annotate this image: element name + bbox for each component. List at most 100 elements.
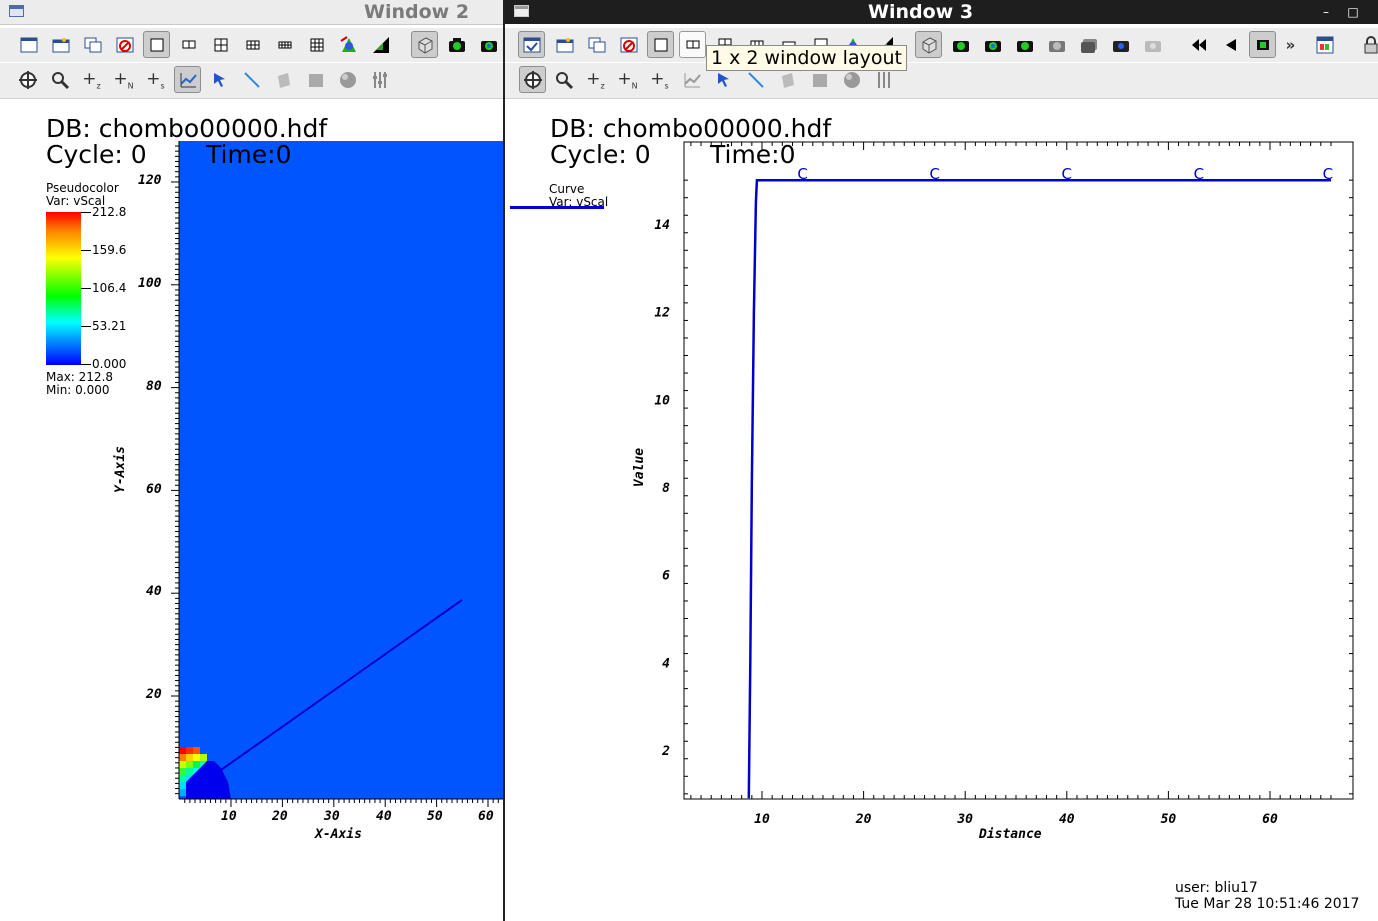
zoom-icon[interactable] [550, 66, 577, 93]
layout-2x2-icon[interactable] [207, 31, 234, 58]
y-tick-label: 100 [138, 276, 162, 291]
legend-plot-type: Pseudocolor [46, 181, 119, 195]
camera-green-icon[interactable] [947, 31, 974, 58]
x-tick-label: 30 [324, 809, 340, 824]
layout-1x1-icon[interactable] [143, 31, 170, 58]
lock-view-icon[interactable] [367, 31, 394, 58]
data-cell [193, 761, 200, 768]
copy-window-icon[interactable] [79, 31, 106, 58]
layout-1x2-icon[interactable] [175, 31, 202, 58]
layout-tooltip: 1 x 2 window layout [706, 45, 907, 71]
pseudocolor-field [179, 141, 503, 799]
zoom-icon[interactable] [46, 66, 73, 93]
layout-2x3-icon[interactable] [239, 31, 266, 58]
previous-frame-icon[interactable] [1217, 31, 1244, 58]
date-label: Tue Mar 28 10:51:46 2017 [1175, 896, 1360, 912]
curve-marker: C [1194, 165, 1204, 183]
data-cell [179, 747, 186, 754]
view-3d-icon[interactable] [915, 31, 942, 58]
data-cell [179, 761, 186, 768]
first-frame-icon[interactable] [1185, 31, 1212, 58]
spin-icon[interactable] [335, 31, 362, 58]
navigate-icon[interactable] [14, 66, 41, 93]
view-3d-icon[interactable] [411, 31, 438, 58]
plot-frame [683, 141, 1354, 800]
layout-2x4-icon[interactable] [271, 31, 298, 58]
window-menu-icon[interactable] [9, 5, 24, 17]
open-window-icon[interactable] [551, 31, 578, 58]
new-window-icon[interactable] [15, 31, 42, 58]
window-3-toolbar-bottom: +z +N +s [505, 63, 1378, 99]
y-tick-label: 2 [661, 744, 670, 759]
pick-zone-icon[interactable]: +z [582, 66, 609, 93]
copy-window-icon[interactable] [583, 31, 610, 58]
delete-window-icon[interactable] [111, 31, 138, 58]
legend-tick-mark [81, 364, 91, 365]
legend-tick-label: 106.4 [92, 281, 127, 295]
pick-node-icon[interactable]: +N [614, 66, 641, 93]
curve-line [747, 178, 1331, 799]
minimize-icon[interactable]: – [1317, 3, 1335, 21]
curve-plot-mode-icon[interactable] [174, 66, 201, 93]
lock-icon[interactable] [1357, 31, 1378, 58]
curve-marker: C [1062, 165, 1072, 183]
pick-spreadsheet-icon[interactable]: +s [646, 66, 673, 93]
y-tick-label: 60 [146, 482, 162, 497]
y-tick-label: 80 [146, 379, 162, 394]
y-tick-label: 8 [662, 481, 670, 496]
legend-tick-label: 159.6 [92, 243, 127, 257]
data-cell [186, 768, 193, 775]
axis-restriction-icon[interactable] [366, 66, 393, 93]
x-axis-label: X-Axis [315, 827, 362, 842]
open-window-icon[interactable] [47, 31, 74, 58]
legend-tick-label: 212.8 [92, 205, 127, 219]
pick-zone-icon[interactable]: +z [78, 66, 105, 93]
window-3: Window 3 – □ » +z +N +s DB: chombo00000.… [505, 0, 1378, 921]
lineout-icon[interactable] [238, 66, 265, 93]
maximize-icon[interactable]: □ [1344, 3, 1362, 21]
x-tick-label: 20 [855, 812, 872, 827]
camera-blue-icon[interactable] [979, 31, 1006, 58]
data-cell [179, 775, 186, 782]
layout-1x1-icon[interactable] [647, 31, 674, 58]
layout-1x2-icon[interactable] [679, 31, 706, 58]
layout-3x3-icon[interactable] [303, 31, 330, 58]
legend-tick-label: 0.000 [92, 357, 127, 371]
y-axis-label: Y-Axis [112, 446, 128, 493]
curve-marker: C [1323, 165, 1333, 183]
window-2-toolbar-top [0, 28, 503, 62]
x-tick-label: 60 [1262, 812, 1278, 827]
window-3-titlebar[interactable]: Window 3 – □ [505, 0, 1378, 24]
camera-green-icon[interactable] [443, 31, 470, 58]
navigate-icon[interactable] [519, 66, 546, 93]
curve-plot-mode-icon[interactable] [678, 66, 705, 93]
color-table-icon[interactable] [1311, 31, 1338, 58]
camera-stack-icon[interactable] [1075, 31, 1102, 58]
pick-spreadsheet-icon[interactable]: +s [142, 66, 169, 93]
y-tick-label: 40 [146, 584, 162, 599]
camera-blue-stack-icon[interactable] [1107, 31, 1134, 58]
y-tick-label: 10 [654, 393, 670, 408]
y-tick-label: 4 [662, 656, 670, 671]
curve-marker: C [929, 165, 939, 183]
data-cell [179, 782, 186, 789]
delete-window-icon[interactable] [615, 31, 642, 58]
curve-plot[interactable]: 10 20 30 40 50 60 2 4 6 8 10 12 14 C C C C C [505, 99, 1378, 921]
sphere-icon[interactable] [334, 66, 361, 93]
stop-icon[interactable] [1249, 31, 1276, 58]
legend-colorbar [46, 212, 81, 365]
window-menu-icon[interactable] [514, 5, 529, 17]
camera-blue-icon[interactable] [475, 31, 502, 58]
window-2-titlebar[interactable]: Window 2 [0, 0, 503, 25]
camera-gray-icon[interactable] [1043, 31, 1070, 58]
camera-faded-icon[interactable] [1139, 31, 1166, 58]
active-window-icon[interactable] [518, 31, 545, 58]
box-icon[interactable] [302, 66, 329, 93]
x-tick-label: 60 [478, 809, 494, 824]
camera-icon[interactable] [1011, 31, 1038, 58]
overflow-chevron-icon[interactable]: » [1277, 31, 1304, 58]
pick-node-icon[interactable]: +N [110, 66, 137, 93]
pointer-icon[interactable] [206, 66, 233, 93]
data-cell [179, 789, 186, 796]
plane-icon[interactable] [270, 66, 297, 93]
